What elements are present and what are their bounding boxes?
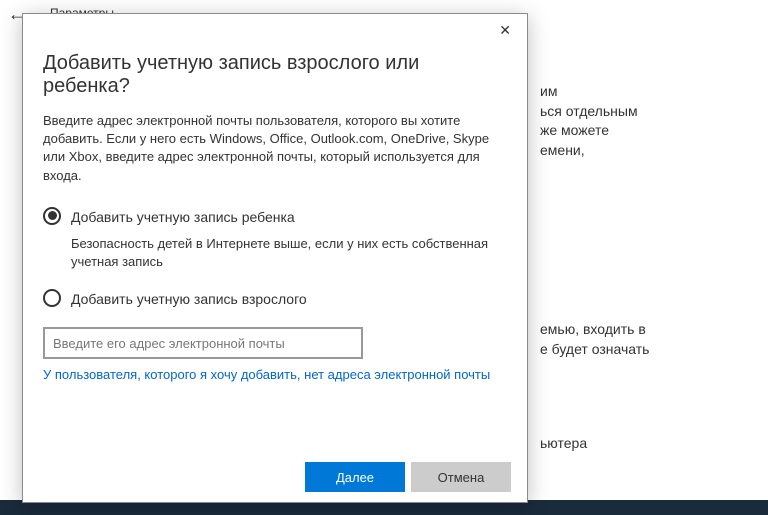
bg-text-fragment-2: емью, входить в е будет означать <box>540 320 758 359</box>
dialog-body: Добавить учетную запись взрослого или ре… <box>23 14 527 452</box>
radio-adult-label: Добавить учетную запись взрослого <box>71 289 307 309</box>
dialog-title: Добавить учетную запись взрослого или ре… <box>43 52 507 98</box>
radio-icon-selected <box>43 207 61 225</box>
radio-add-child[interactable]: Добавить учетную запись ребенка <box>43 207 507 227</box>
dialog-footer: Далее Отмена <box>23 452 527 502</box>
cancel-button[interactable]: Отмена <box>411 462 511 492</box>
next-button[interactable]: Далее <box>305 462 405 492</box>
email-field[interactable] <box>43 327 363 359</box>
bg-text-fragment-1: им ься отдельным же можете емени, <box>540 82 758 160</box>
radio-child-label: Добавить учетную запись ребенка <box>71 207 295 227</box>
radio-child-note: Безопасность детей в Интернете выше, есл… <box>71 235 507 271</box>
no-email-link[interactable]: У пользователя, которого я хочу добавить… <box>43 367 507 382</box>
account-type-radio-group: Добавить учетную запись ребенка Безопасн… <box>43 207 507 309</box>
radio-icon-unselected <box>43 289 61 307</box>
radio-add-adult[interactable]: Добавить учетную запись взрослого <box>43 289 507 309</box>
close-icon[interactable]: ✕ <box>491 18 519 43</box>
dialog-description: Введите адрес электронной почты пользова… <box>43 112 507 185</box>
bg-text-fragment-3: ьютера <box>540 434 758 454</box>
add-account-dialog: ✕ Добавить учетную запись взрослого или … <box>22 13 528 503</box>
